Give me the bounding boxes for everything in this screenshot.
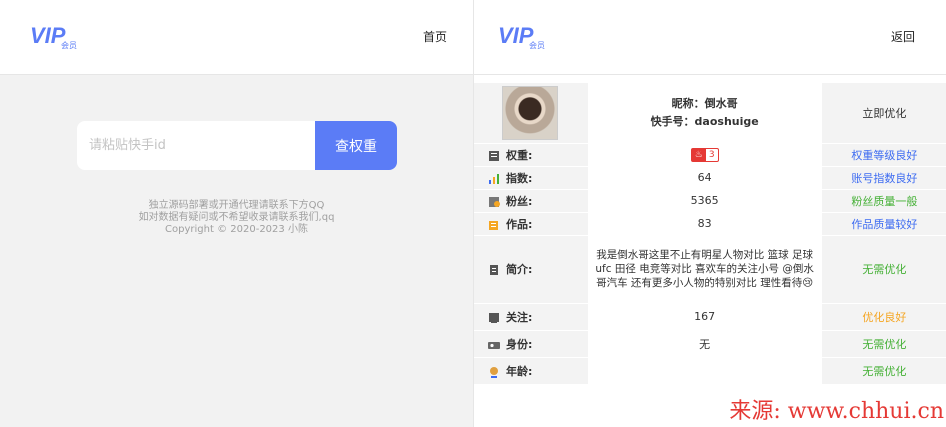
table-row: 简介: 我是倒水哥这里不止有明星人物对比 篮球 足球 ufc 田径 电竞等对比 … xyxy=(474,235,946,304)
row-status: 无需优化 xyxy=(821,235,946,304)
row-label: 身份: xyxy=(506,337,533,351)
row-label: 关注: xyxy=(506,310,533,324)
fans-icon xyxy=(489,196,500,207)
top-bar: VIP 会员 首页 xyxy=(0,0,473,75)
search-input[interactable] xyxy=(77,121,315,170)
works-icon xyxy=(489,220,498,230)
table-row: 年龄: 无需优化 xyxy=(474,357,946,385)
svg-text:会员: 会员 xyxy=(529,40,545,50)
row-label: 指数: xyxy=(506,171,533,185)
row-status: 作品质量较好 xyxy=(821,212,946,236)
back-link[interactable]: 返回 xyxy=(891,28,915,45)
row-label: 简介: xyxy=(506,263,533,276)
query-weight-button[interactable]: 查权重 xyxy=(315,121,397,170)
svg-text:会员: 会员 xyxy=(61,40,77,50)
vip-logo[interactable]: VIP 会员 xyxy=(498,22,553,52)
row-status: 无需优化 xyxy=(821,330,946,358)
footer-copyright: Copyright © 2020-2023 小陈 xyxy=(165,224,308,235)
table-row: 指数: 64 账号指数良好 xyxy=(474,166,946,190)
nickname: 昵称：倒水哥 xyxy=(671,96,738,110)
footer-line-2: 如对数据有疑问或不希望收录请联系我们,qq xyxy=(138,212,335,223)
row-value xyxy=(587,357,822,385)
table-row: 身份: 无 无需优化 xyxy=(474,330,946,358)
left-panel: VIP 会员 首页 查权重 独立源码部署或开通代理请联系下方QQ 如对数据有疑问… xyxy=(0,0,473,427)
row-value: 5365 xyxy=(587,189,822,213)
row-status: 权重等级良好 xyxy=(821,143,946,167)
kuaishou-id: 快手号：daoshuige xyxy=(650,114,759,128)
row-label: 粉丝: xyxy=(506,194,533,208)
row-status: 优化良好 xyxy=(821,303,946,331)
identity-icon xyxy=(488,341,500,349)
table-row: 作品: 83 作品质量较好 xyxy=(474,212,946,236)
intro-icon xyxy=(490,265,498,275)
nav-home-link[interactable]: 首页 xyxy=(423,28,447,45)
row-label: 权重: xyxy=(506,148,533,162)
footer-line-1: 独立源码部署或开通代理请联系下方QQ xyxy=(148,200,325,211)
row-label: 年龄: xyxy=(506,364,533,378)
optimize-now-button[interactable]: 立即优化 xyxy=(821,83,946,144)
table-row: 权重: ♨ 3 权重等级良好 xyxy=(474,143,946,167)
row-status: 粉丝质量一般 xyxy=(821,189,946,213)
account-info-table: 昵称：倒水哥 快手号：daoshuige 立即优化 权重: ♨ 3 权重等级良好 … xyxy=(474,83,946,385)
top-bar-result: VIP 会员 返回 xyxy=(474,0,946,75)
right-panel: VIP 会员 返回 昵称：倒水哥 快手号：daoshuige 立即优化 权重: … xyxy=(473,0,946,427)
row-status: 无需优化 xyxy=(821,357,946,385)
profile-row: 昵称：倒水哥 快手号：daoshuige 立即优化 xyxy=(474,83,946,144)
table-row: 粉丝: 5365 粉丝质量一般 xyxy=(474,189,946,213)
source-watermark: 来源: www.chhui.cn xyxy=(729,399,944,424)
weight-badge: ♨ 3 xyxy=(690,148,719,162)
index-chart-icon xyxy=(489,173,499,184)
row-value: 83 xyxy=(587,212,822,236)
row-value: 我是倒水哥这里不止有明星人物对比 篮球 足球 ufc 田径 电竞等对比 喜欢车的… xyxy=(587,235,822,304)
row-label: 作品: xyxy=(506,217,533,231)
table-row: 关注: 167 优化良好 xyxy=(474,303,946,331)
row-value: 167 xyxy=(587,303,822,331)
footer: 独立源码部署或开通代理请联系下方QQ 如对数据有疑问或不希望收录请联系我们,qq… xyxy=(0,200,473,236)
search-bar: 查权重 xyxy=(77,121,397,170)
avatar xyxy=(502,85,559,140)
follow-icon xyxy=(489,312,499,323)
age-icon xyxy=(490,366,498,378)
row-value: 64 xyxy=(587,166,822,190)
vip-logo[interactable]: VIP 会员 xyxy=(30,22,85,52)
weight-icon xyxy=(489,150,499,161)
row-value: 无 xyxy=(587,330,822,358)
row-status: 账号指数良好 xyxy=(821,166,946,190)
